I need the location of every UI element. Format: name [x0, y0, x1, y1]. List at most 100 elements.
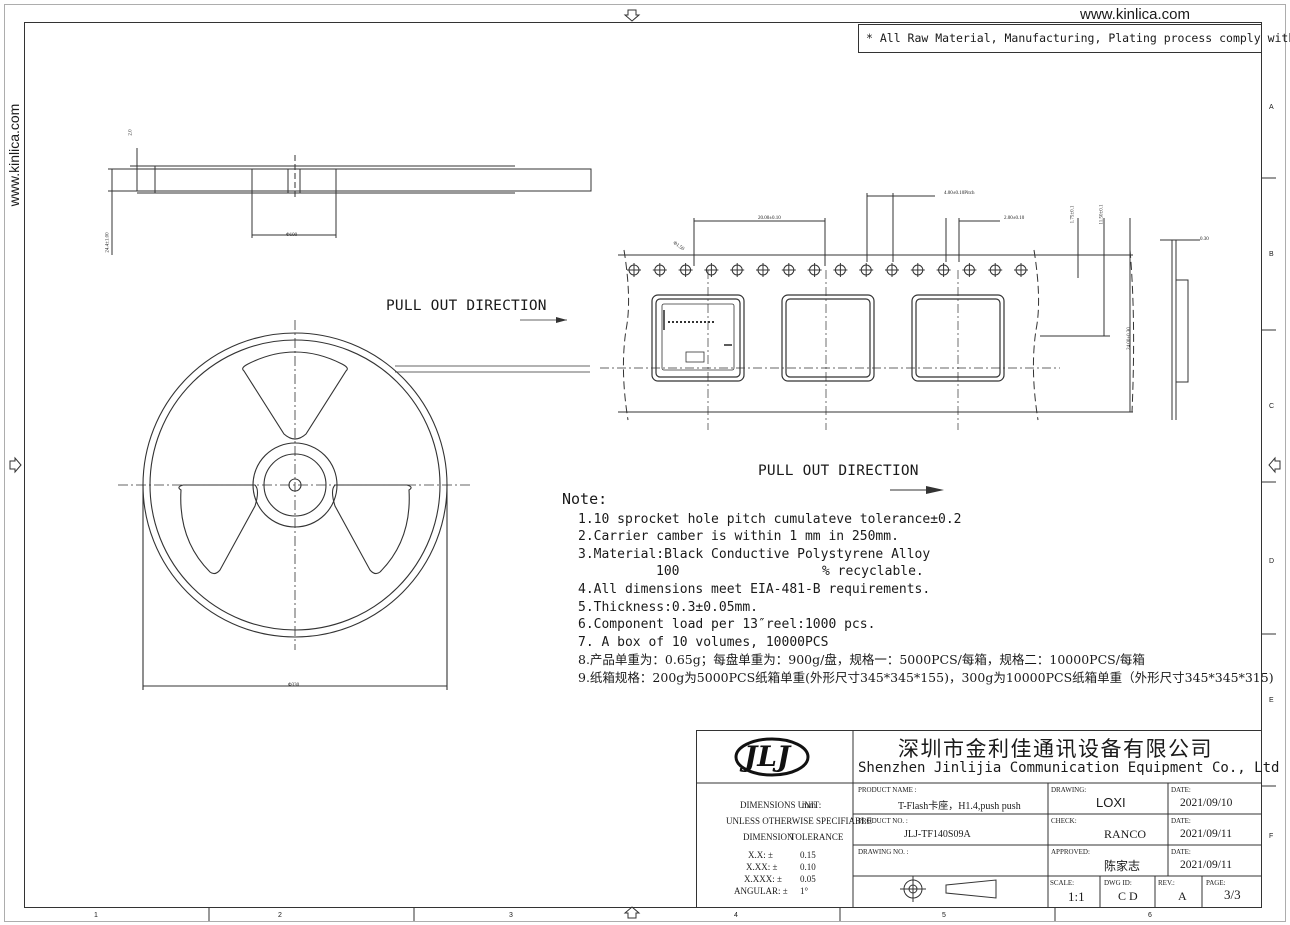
- dim-pitch: 4.00±0.10Pitch: [944, 191, 975, 196]
- note-item: 7. A box of 10 volumes, 10000PCS: [578, 634, 829, 650]
- carrier-tape: [600, 193, 1135, 430]
- dim-reel-hub: Φ330: [288, 683, 300, 688]
- grid-row-label: E: [1269, 697, 1274, 704]
- grid-row-label: B: [1269, 251, 1274, 258]
- sprocket-hole: [678, 263, 693, 277]
- dimensions-unit-value: mm: [802, 800, 817, 810]
- pull-out-direction-label: PULL OUT DIRECTION: [386, 298, 547, 314]
- tolerance-value: 0.05: [800, 874, 816, 884]
- notes-title: Note:: [562, 490, 608, 508]
- projection-symbol: [900, 876, 997, 902]
- dimension-column: DIMENSION: [743, 832, 794, 842]
- center-marks: [9, 9, 1281, 919]
- reel-side-view: [108, 148, 592, 255]
- sprocket-hole: [756, 263, 770, 277]
- sprocket-hole: [730, 263, 745, 277]
- date-label: DATE:: [1171, 817, 1191, 825]
- unless-specified-label: UNLESS OTHERWISE SPECIFIABLE: [726, 816, 873, 826]
- note-item: 6.Component load per 13″reel:1000 pcs.: [578, 617, 876, 633]
- page-label: PAGE:: [1206, 879, 1226, 887]
- note-item: 9.纸箱规格：200g为5000PCS纸箱单重(外形尺寸345*345*155)…: [578, 669, 1274, 685]
- dim-reel-total: 24.4±1.00: [105, 232, 111, 253]
- grid-col-label: 3: [509, 912, 513, 919]
- sprocket-hole: [1014, 263, 1028, 277]
- company-name-en: Shenzhen Jinlijia Communication Equipmen…: [858, 760, 1290, 776]
- grid-row-label: C: [1269, 403, 1275, 410]
- tolerance-dim: X.X: ±: [748, 850, 773, 860]
- product-name: T-Flash卡座，H1.4,push push: [898, 801, 1021, 812]
- date-label: DATE:: [1171, 848, 1191, 856]
- sprocket-hole: [704, 263, 719, 277]
- note-item: 1.10 sprocket hole pitch cumulateve tole…: [578, 511, 962, 527]
- sprocket-hole: [859, 263, 874, 277]
- sprocket-hole: [962, 263, 977, 277]
- grid-col-label: 1: [94, 912, 98, 919]
- notes-section: Note: 1.10 sprocket hole pitch cumulatev…: [562, 490, 1274, 687]
- dim-t2: 11.50±0.1: [1099, 204, 1105, 225]
- grid-col-label: 6: [1148, 912, 1152, 919]
- drawing-no-label: DRAWING NO. :: [858, 848, 909, 856]
- sprocket-holes: [627, 263, 641, 277]
- tolerance-dim: ANGULAR: ±: [734, 886, 788, 896]
- scale-label: SCALE:: [1050, 879, 1075, 887]
- dim-width: 24.00±0.30: [1126, 327, 1132, 350]
- page-value: 3/3: [1224, 887, 1241, 902]
- website-label-vertical[interactable]: www.kinlica.com: [6, 95, 22, 215]
- rev-value: A: [1178, 889, 1187, 903]
- website-label[interactable]: www.kinlica.com: [1080, 6, 1190, 23]
- sprocket-hole: [833, 263, 848, 277]
- company-name-cn: 深圳市金利佳通讯设备有限公司: [898, 737, 1213, 761]
- approved-value: 陈家志: [1104, 859, 1141, 873]
- dim-spacing: 20.00±0.10: [758, 216, 781, 221]
- drawing-value: LOXI: [1096, 795, 1126, 810]
- dim-reel-t: 2.0: [128, 129, 134, 136]
- sprocket-hole: [781, 263, 796, 277]
- arrow-1: [556, 317, 567, 323]
- check-label: CHECK:: [1051, 817, 1077, 825]
- grid-row-label: A: [1269, 104, 1274, 111]
- note-item: 5.Thickness:0.3±0.05mm.: [578, 599, 759, 615]
- grid-col-label: 4: [734, 912, 738, 919]
- check-value: RANCO: [1104, 827, 1147, 841]
- approved-label: APPROVED:: [1051, 848, 1090, 856]
- note-item: 8.产品单重为：0.65g；每盘单重为：900g/盘，规格一：5000PCS/每…: [578, 652, 1145, 668]
- dwg-id-value: C D: [1118, 889, 1138, 903]
- reel-front-view: [118, 320, 470, 690]
- scale-value: 1:1: [1068, 889, 1085, 904]
- rohs-compliance-note: * All Raw Material, Manufacturing, Plati…: [866, 31, 1290, 45]
- product-name-label: PRODUCT NAME :: [858, 786, 917, 794]
- dim-thickness: 0.30: [1200, 237, 1209, 242]
- note-item-sub: 100% recyclable.: [656, 564, 924, 580]
- date-value: 2021/09/11: [1180, 828, 1232, 840]
- tolerance-column: TOLERANCE: [790, 832, 844, 842]
- note-item: 3.Material:Black Conductive Polystyrene …: [578, 546, 931, 562]
- grid-row-label: F: [1269, 833, 1274, 840]
- dwg-id-label: DWG ID:: [1104, 879, 1132, 887]
- dim-t1: 1.75±0.1: [1070, 205, 1076, 224]
- grid-col-label: 2: [278, 912, 282, 919]
- product-no: JLJ-TF140S09A: [904, 829, 971, 840]
- dim-reel-core: Φ100: [286, 233, 298, 238]
- drawing-canvas: JLJ: [4, 4, 1286, 922]
- company-logo: JLJ: [734, 737, 810, 777]
- sprocket-hole: [807, 263, 822, 277]
- date-value: 2021/09/10: [1180, 797, 1233, 809]
- sprocket-hole: [936, 263, 951, 277]
- grid-col-label: 5: [942, 912, 946, 919]
- dim-pitch2: 2.00±0.10: [1004, 216, 1025, 221]
- rev-label: REV.:: [1158, 879, 1175, 887]
- date-label: DATE:: [1171, 786, 1191, 794]
- grid-row-label: D: [1269, 558, 1275, 565]
- pull-out-direction-label-2: PULL OUT DIRECTION: [758, 463, 919, 479]
- tape-side-profile: [1160, 239, 1200, 420]
- note-item: 4.All dimensions meet EIA-481-B requirem…: [578, 581, 931, 597]
- tolerance-dim: X.XX: ±: [746, 862, 778, 872]
- product-no-label: PRODUCT NO. :: [858, 817, 908, 825]
- note-item: 2.Carrier camber is within 1 mm in 250mm…: [578, 529, 899, 545]
- tolerance-value: 0.10: [800, 862, 816, 872]
- sprocket-hole: [652, 263, 667, 277]
- sprocket-hole: [988, 263, 1003, 277]
- sprocket-hole: [885, 263, 899, 277]
- tolerance-dim: X.XXX: ±: [744, 874, 782, 884]
- tolerance-value: 0.15: [800, 850, 816, 860]
